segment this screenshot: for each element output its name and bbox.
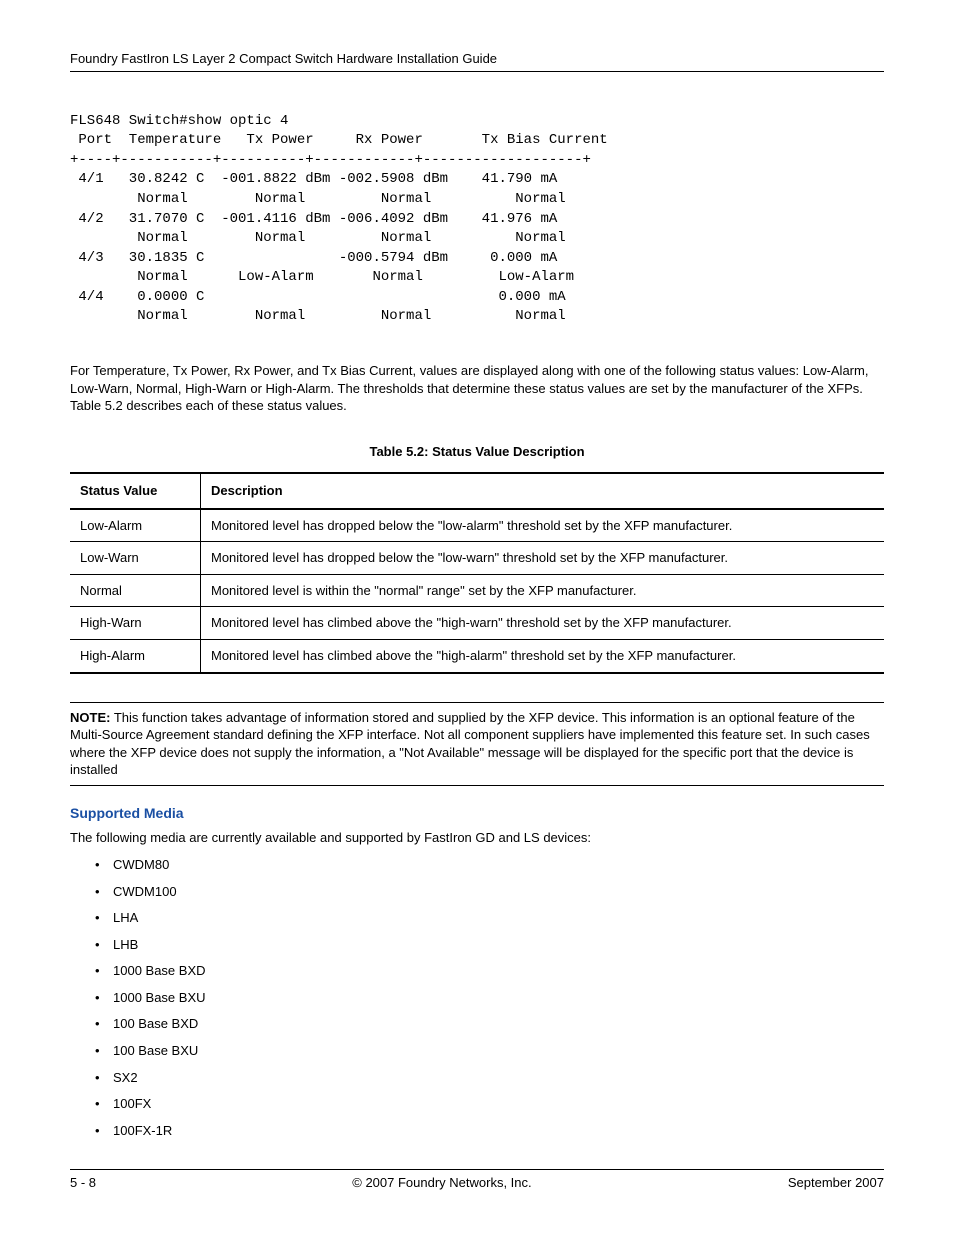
table-caption: Table 5.2: Status Value Description [70,443,884,461]
table-row: NormalMonitored level is within the "nor… [70,574,884,607]
page-footer: 5 - 8 © 2007 Foundry Networks, Inc. Sept… [70,1169,884,1192]
cell-status: High-Warn [70,607,201,640]
col-status-value: Status Value [70,473,201,509]
page-header: Foundry FastIron LS Layer 2 Compact Swit… [70,50,884,72]
status-paragraph: For Temperature, Tx Power, Rx Power, and… [70,362,884,415]
header-title: Foundry FastIron LS Layer 2 Compact Swit… [70,51,497,66]
table-row: High-AlarmMonitored level has climbed ab… [70,640,884,673]
list-item: CWDM80 [95,856,884,874]
cell-desc: Monitored level has climbed above the "h… [201,640,885,673]
note-block: NOTE: This function takes advantage of i… [70,702,884,786]
list-item: CWDM100 [95,883,884,901]
cell-desc: Monitored level is within the "normal" r… [201,574,885,607]
note-label: NOTE: [70,710,110,725]
terminal-output: FLS648 Switch#show optic 4 Port Temperat… [70,112,884,328]
table-row: Low-AlarmMonitored level has dropped bel… [70,509,884,542]
table-header-row: Status Value Description [70,473,884,509]
list-item: 1000 Base BXD [95,962,884,980]
note-text: This function takes advantage of informa… [70,710,870,778]
section-heading: Supported Media [70,804,884,823]
cell-status: Low-Warn [70,542,201,575]
cell-status: Normal [70,574,201,607]
list-item: 1000 Base BXU [95,989,884,1007]
list-item: SX2 [95,1069,884,1087]
list-item: LHB [95,936,884,954]
list-item: LHA [95,909,884,927]
table-row: Low-WarnMonitored level has dropped belo… [70,542,884,575]
list-item: 100FX-1R [95,1122,884,1140]
list-item: 100 Base BXU [95,1042,884,1060]
col-description: Description [201,473,885,509]
cell-status: High-Alarm [70,640,201,673]
list-item: 100FX [95,1095,884,1113]
cell-desc: Monitored level has dropped below the "l… [201,542,885,575]
footer-page: 5 - 8 [70,1174,96,1192]
media-list: CWDM80 CWDM100 LHA LHB 1000 Base BXD 100… [70,856,884,1139]
cell-status: Low-Alarm [70,509,201,542]
cell-desc: Monitored level has climbed above the "h… [201,607,885,640]
footer-date: September 2007 [788,1174,884,1192]
footer-center: © 2007 Foundry Networks, Inc. [352,1174,531,1192]
table-row: High-WarnMonitored level has climbed abo… [70,607,884,640]
list-item: 100 Base BXD [95,1015,884,1033]
section-intro: The following media are currently availa… [70,829,884,847]
cell-desc: Monitored level has dropped below the "l… [201,509,885,542]
status-table: Status Value Description Low-AlarmMonito… [70,472,884,673]
